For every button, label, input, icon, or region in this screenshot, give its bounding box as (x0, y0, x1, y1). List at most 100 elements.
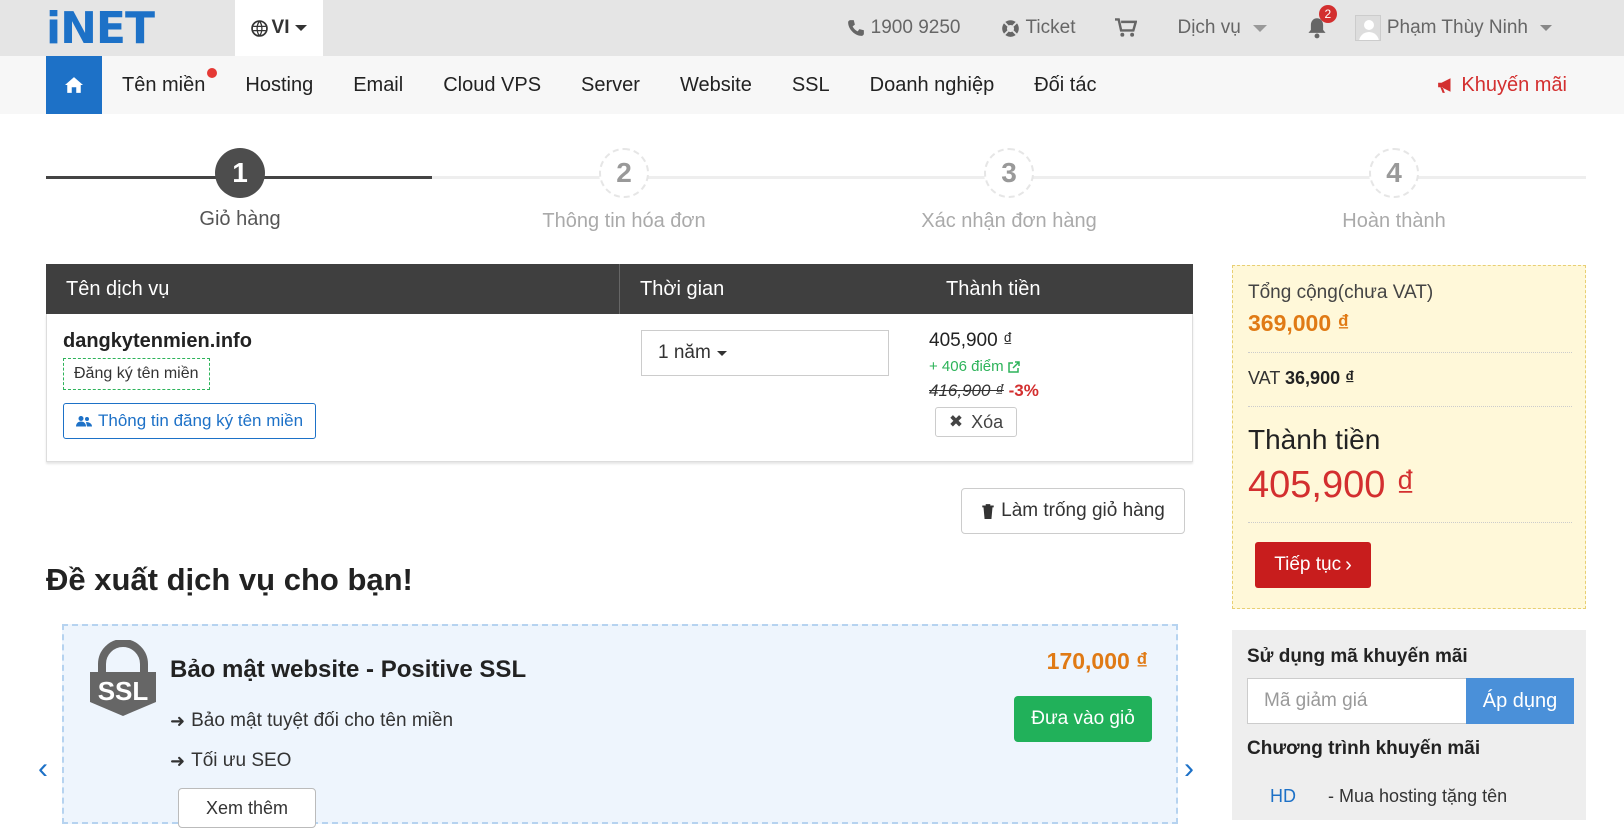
subtotal-label: Tổng cộng(chưa VAT) (1248, 282, 1434, 303)
nav-item-server[interactable]: Server (561, 74, 660, 97)
item-price: 405,900 ₫ (929, 330, 1013, 351)
divider (1248, 352, 1572, 353)
vat-label: VAT (1248, 368, 1281, 388)
chevron-down-icon (1252, 24, 1267, 32)
lifebuoy-icon (1001, 19, 1019, 37)
user-menu[interactable]: Phạm Thùy Ninh (1354, 15, 1552, 41)
divider (1248, 406, 1572, 407)
subtotal-value: 369,000 ₫ (1248, 310, 1350, 336)
recommendations-title: Đề xuất dịch vụ cho bạn! (46, 562, 413, 597)
globe-icon (250, 19, 268, 37)
ticket-link[interactable]: Ticket (1001, 17, 1076, 39)
recommendation-card: SSL Bảo mật website - Positive SSL ➜ Bảo… (62, 624, 1178, 828)
arrow-circle-icon: ➜ (170, 710, 186, 731)
step-label: Xác nhận đơn hàng (921, 210, 1097, 232)
hotline-link[interactable]: 1900 9250 (847, 17, 961, 39)
vat-value: 36,900 ₫ (1285, 368, 1355, 388)
notifications-button[interactable]: 2 (1307, 5, 1337, 39)
chevron-down-icon (1540, 25, 1552, 31)
continue-label: Tiếp tục (1274, 554, 1342, 575)
avatar (1354, 15, 1381, 41)
cart-table-header: Tên dịch vụ Thời gian Thành tiền (46, 264, 1193, 314)
remove-label: Xóa (971, 411, 1004, 432)
promo-code-panel: Sử dụng mã khuyến mãi Mã giảm giá Áp dụn… (1232, 630, 1586, 820)
total-label: Thành tiền (1248, 424, 1381, 455)
recommendation-price: 170,000 ₫ (1046, 648, 1148, 674)
step-confirm: 3 Xác nhận đơn hàng (889, 148, 1129, 233)
nav-item-partner[interactable]: Đối tác (1014, 74, 1116, 97)
apply-coupon-button[interactable]: Áp dụng (1466, 678, 1574, 724)
step-label: Hoàn thành (1342, 210, 1446, 232)
original-price-row: 416,900 ₫ -3% (929, 381, 1039, 401)
ticket-label: Ticket (1025, 17, 1076, 38)
domain-name: dangkytenmien.info (63, 330, 252, 352)
carousel-next-arrow[interactable]: › (1184, 752, 1194, 786)
vat-row: VAT 36,900 ₫ (1248, 368, 1354, 389)
step-number: 2 (599, 148, 649, 198)
discount-percent: -3% (1008, 381, 1039, 400)
chevron-down-icon (295, 25, 308, 31)
language-selector[interactable]: VI (235, 0, 323, 56)
step-label: Thông tin hóa đơn (542, 210, 706, 232)
cart-link[interactable] (1115, 18, 1138, 38)
arrow-circle-icon: ➜ (170, 750, 186, 771)
cart-icon (1115, 18, 1138, 37)
notification-count-badge: 2 (1318, 5, 1337, 23)
phone-icon (847, 20, 864, 36)
empty-cart-button[interactable]: Làm trống giỏ hàng (961, 488, 1185, 534)
ssl-lock-icon: SSL (84, 639, 162, 723)
remove-item-button[interactable]: ✖ Xóa (935, 407, 1017, 437)
nav-item-label: Doanh nghiệp (869, 73, 995, 96)
main-nav: Tên miền Hosting Email Cloud VPS Server … (0, 56, 1624, 114)
continue-button[interactable]: Tiếp tục › (1255, 542, 1371, 588)
service-type-tag: Đăng ký tên miền (63, 358, 210, 390)
reward-points-label: + 406 điểm (929, 358, 1004, 375)
home-button[interactable] (46, 56, 102, 114)
step-number: 4 (1369, 148, 1419, 198)
period-select[interactable]: 1 năm (641, 330, 889, 376)
nav-item-label: Tên miền (122, 73, 206, 96)
domain-registration-info-button[interactable]: Thông tin đăng ký tên miền (63, 403, 317, 439)
step-complete: 4 Hoàn thành (1274, 148, 1514, 233)
feature-item: ➜ Tối ưu SEO (170, 750, 291, 772)
promo-code-title: Sử dụng mã khuyến mãi (1247, 646, 1468, 667)
home-icon (65, 77, 83, 93)
coupon-input[interactable]: Mã giảm giá (1247, 678, 1467, 724)
nav-item-website[interactable]: Website (660, 74, 772, 97)
services-menu[interactable]: Dịch vụ (1177, 17, 1267, 39)
cart-table: Tên dịch vụ Thời gian Thành tiền dangkyt… (46, 264, 1193, 462)
view-more-button[interactable]: Xem thêm (178, 788, 316, 828)
recommendation-name: Bảo mật website - Positive SSL (170, 656, 527, 683)
nav-item-domain[interactable]: Tên miền (102, 67, 225, 97)
step-number: 3 (984, 148, 1034, 198)
nav-item-cloud-vps[interactable]: Cloud VPS (423, 74, 561, 97)
column-header: Thời gian (640, 277, 725, 300)
promo-program-code[interactable]: HD (1270, 786, 1296, 807)
add-to-cart-button[interactable]: Đưa vào giỏ (1014, 696, 1152, 742)
inet-logo[interactable]: iNET (46, 3, 155, 54)
carousel-prev-arrow[interactable]: ‹ (38, 752, 48, 786)
promo-program-desc: - Mua hosting tặng tên (1328, 786, 1508, 806)
nav-item-label: Đối tác (1034, 73, 1097, 96)
language-label: VI (271, 17, 290, 38)
megaphone-icon (1438, 78, 1451, 93)
nav-item-label: Hosting (245, 73, 314, 96)
empty-cart-label: Làm trống giỏ hàng (1001, 500, 1165, 521)
trash-icon (982, 504, 994, 519)
info-button-label: Thông tin đăng ký tên miền (98, 411, 304, 430)
nav-item-ssl[interactable]: SSL (772, 74, 850, 97)
nav-item-email[interactable]: Email (333, 74, 423, 97)
price-cell: 405,900 ₫ + 406 điểm 416,900 ₫ -3% ✖ Xóa (929, 330, 1039, 437)
period-value: 1 năm (658, 342, 711, 363)
hotline-number: 1900 9250 (870, 17, 961, 38)
external-link-icon (1007, 360, 1020, 373)
nav-item-label: SSL (791, 73, 830, 96)
step-label: Giỏ hàng (199, 208, 281, 230)
step-number: 1 (215, 148, 265, 198)
promotion-link[interactable]: Khuyến mãi (1437, 56, 1567, 114)
feature-text: Bảo mật tuyệt đối cho tên miền (191, 710, 454, 731)
order-summary: Tổng cộng(chưa VAT) 369,000 ₫ VAT 36,900… (1232, 265, 1586, 609)
nav-item-hosting[interactable]: Hosting (225, 74, 333, 97)
user-name: Phạm Thùy Ninh (1386, 17, 1528, 38)
nav-item-business[interactable]: Doanh nghiệp (850, 74, 1015, 97)
